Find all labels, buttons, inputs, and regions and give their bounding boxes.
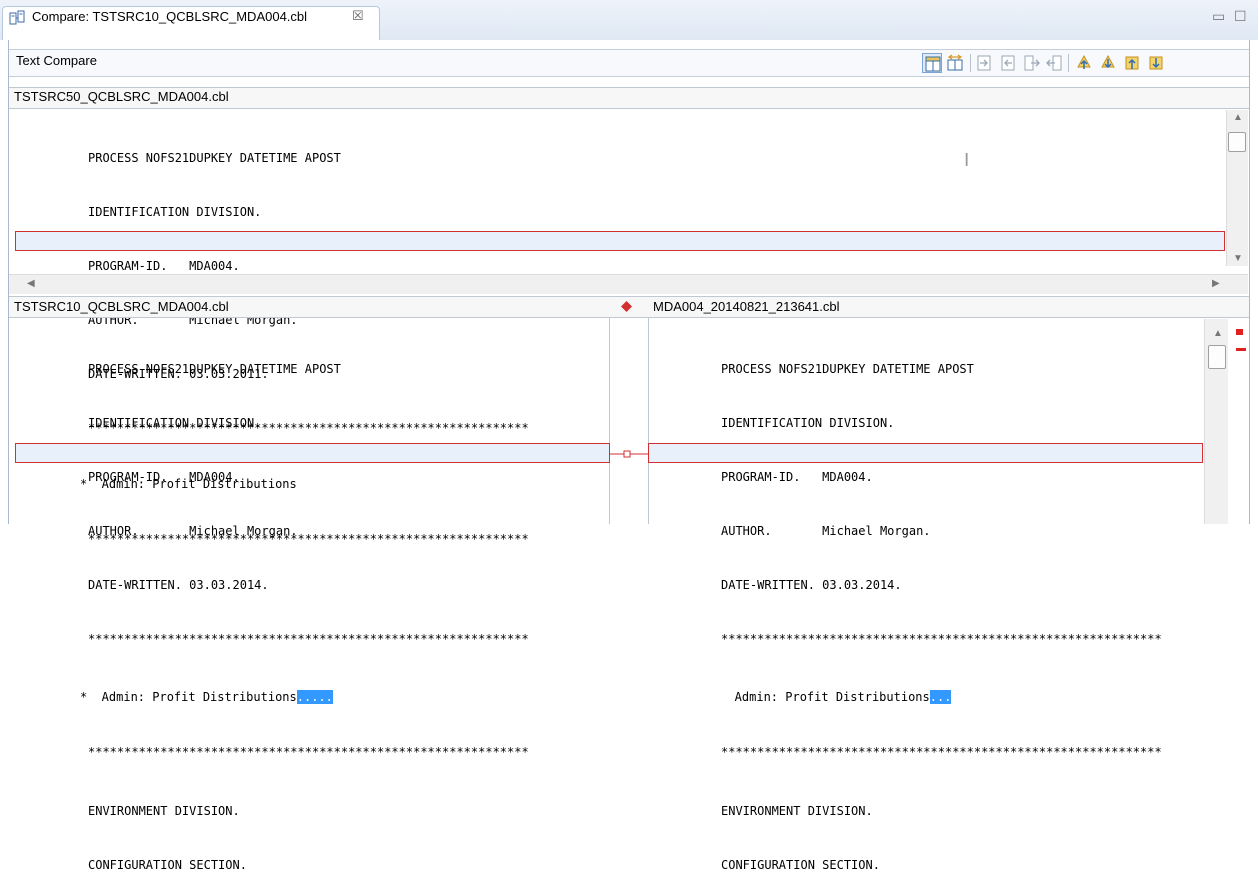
code-line: IDENTIFICATION DIVISION. bbox=[88, 205, 262, 219]
next-change-icon[interactable] bbox=[1122, 53, 1142, 73]
overview-change-marker[interactable] bbox=[1236, 329, 1243, 335]
minimize-icon[interactable]: ▭ bbox=[1212, 8, 1225, 25]
code-line: ****************************************… bbox=[721, 632, 1162, 646]
scroll-up-icon[interactable]: ▲ bbox=[1213, 328, 1223, 339]
code-line: IDENTIFICATION DIVISION. bbox=[88, 416, 262, 430]
code-line: PROCESS NOFS21DUPKEY DATETIME APOST bbox=[88, 151, 341, 165]
maximize-icon[interactable]: ☐ bbox=[1234, 8, 1247, 25]
code-line: ENVIRONMENT DIVISION. bbox=[88, 804, 240, 818]
right-code[interactable]: PROCESS NOFS21DUPKEY DATETIME APOST IDEN… bbox=[721, 324, 1199, 892]
copy-all-left-to-right-icon[interactable] bbox=[974, 53, 994, 73]
code-line: CONFIGURATION SECTION. bbox=[721, 858, 880, 872]
code-line: PROGRAM-ID. MDA004. bbox=[88, 470, 240, 484]
previous-change-icon[interactable] bbox=[1146, 53, 1166, 73]
tab-title: Compare: TSTSRC10_QCBLSRC_MDA004.cbl bbox=[32, 9, 308, 24]
left-code[interactable]: PROCESS NOFS21DUPKEY DATETIME APOST IDEN… bbox=[80, 324, 608, 892]
code-line: PROCESS NOFS21DUPKEY DATETIME APOST bbox=[721, 362, 974, 376]
code-line: CONFIGURATION SECTION. bbox=[88, 858, 247, 872]
code-line: DATE-WRITTEN. 03.03.2014. bbox=[721, 578, 902, 592]
code-line: ****************************************… bbox=[721, 745, 1162, 759]
ancestor-pane-icon[interactable] bbox=[922, 53, 942, 73]
diff-line: * Admin: Profit Distributions..... bbox=[80, 687, 608, 707]
code-line: PROGRAM-ID. MDA004. bbox=[721, 470, 873, 484]
copy-all-right-to-left-icon[interactable] bbox=[1022, 53, 1042, 73]
previous-difference-icon[interactable] bbox=[1098, 53, 1118, 73]
scroll-thumb[interactable] bbox=[1228, 132, 1246, 152]
code-line: ****************************************… bbox=[88, 632, 529, 646]
code-line: ****************************************… bbox=[88, 745, 529, 759]
conflict-diamond-icon[interactable] bbox=[621, 300, 632, 312]
diff-line: * Admin: Profit Distributions... bbox=[721, 687, 1199, 707]
copy-left-to-right-icon[interactable] bbox=[998, 53, 1018, 73]
selected-diff-text: ... bbox=[929, 690, 952, 704]
left-filename: TSTSRC10_QCBLSRC_MDA004.cbl bbox=[14, 299, 229, 314]
code-line: IDENTIFICATION DIVISION. bbox=[721, 416, 895, 430]
scroll-left-icon[interactable]: ◀ bbox=[27, 278, 35, 289]
scroll-up-icon[interactable]: ▲ bbox=[1233, 112, 1243, 123]
swap-sides-icon[interactable] bbox=[945, 53, 965, 73]
scroll-right-icon[interactable]: ▶ bbox=[1212, 278, 1220, 289]
text-cursor-icon: I bbox=[964, 150, 970, 171]
code-line: PROGRAM-ID. MDA004. bbox=[88, 259, 240, 273]
next-difference-icon[interactable] bbox=[1074, 53, 1094, 73]
right-filename: MDA004_20140821_213641.cbl bbox=[653, 299, 840, 314]
code-line: ENVIRONMENT DIVISION. bbox=[721, 804, 873, 818]
code-line: * Admin: Profit Distributions bbox=[80, 690, 297, 704]
left-pane-border bbox=[609, 318, 610, 524]
scroll-thumb[interactable] bbox=[1208, 345, 1226, 369]
overview-change-marker[interactable] bbox=[1236, 348, 1246, 351]
code-line: DATE-WRITTEN. 03.03.2014. bbox=[88, 578, 269, 592]
code-line: PROCESS NOFS21DUPKEY DATETIME APOST bbox=[88, 362, 341, 376]
toolbar-separator bbox=[1068, 54, 1069, 72]
selected-diff-text: ..... bbox=[296, 690, 333, 704]
compare-editor-icon bbox=[9, 10, 25, 26]
code-line: AUTHOR. Michael Morgan. bbox=[721, 524, 931, 538]
scroll-down-icon[interactable]: ▼ bbox=[1233, 253, 1243, 264]
ancestor-filename: TSTSRC50_QCBLSRC_MDA004.cbl bbox=[14, 89, 229, 104]
toolbar-separator bbox=[970, 54, 971, 72]
diff-connector[interactable] bbox=[610, 444, 648, 464]
copy-right-to-left-icon[interactable] bbox=[1044, 53, 1064, 73]
code-line: AUTHOR. Michael Morgan. bbox=[88, 524, 298, 538]
ancestor-horizontal-scrollbar[interactable] bbox=[9, 274, 1248, 294]
compare-type-title: Text Compare bbox=[16, 53, 97, 68]
right-pane-border bbox=[648, 318, 649, 524]
close-icon[interactable]: ☒ bbox=[352, 8, 364, 24]
code-line: * Admin: Profit Distributions bbox=[721, 690, 930, 704]
